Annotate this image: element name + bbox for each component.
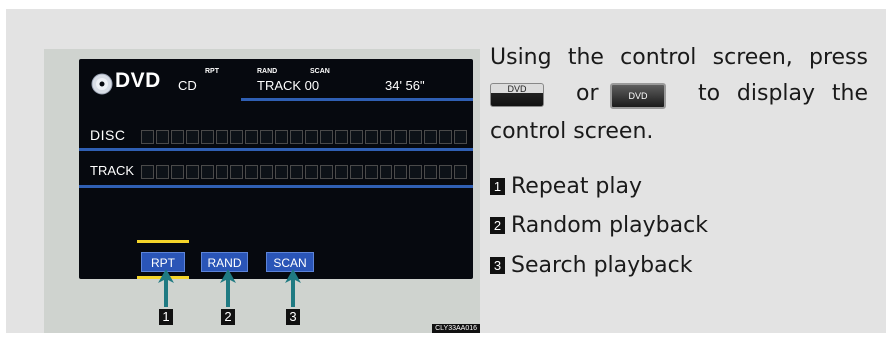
source-label: CD [178, 78, 197, 93]
active-highlight-top [137, 240, 189, 243]
item-label: Random playback [511, 213, 708, 238]
bar-segment [334, 130, 348, 144]
bar-segment [409, 165, 423, 179]
disc-icon [91, 73, 113, 95]
disc-label: DISC [90, 127, 126, 143]
bar-segment [334, 165, 348, 179]
or-word: or [576, 81, 599, 106]
bar-segment [170, 165, 184, 179]
bar-segment [290, 130, 303, 144]
scan-indicator: SCAN [310, 68, 330, 75]
bar-segment [141, 165, 154, 179]
bar-segment [439, 165, 453, 179]
bar-segment [379, 165, 393, 179]
bar-segment [185, 165, 199, 179]
item-number: 3 [490, 257, 505, 274]
random-indicator: RAND [257, 68, 278, 75]
bar-segment [349, 130, 363, 144]
bar-segment [349, 165, 363, 179]
bar-segment [155, 165, 169, 179]
item-number: 1 [490, 178, 505, 195]
bar-segment [245, 165, 259, 179]
bar-segment [439, 130, 453, 144]
bar-segment [454, 165, 467, 179]
bar-segment [170, 130, 184, 144]
bar-segment [230, 165, 244, 179]
dvd-hard-button-icon: DVD [490, 83, 544, 107]
bar-segment [454, 130, 467, 144]
bar-segment [141, 130, 154, 144]
bar-segment [409, 130, 423, 144]
item-label: Search playback [511, 253, 693, 278]
divider-line [79, 148, 473, 151]
bar-segment [379, 130, 393, 144]
bar-segment [155, 130, 169, 144]
figure-code: CLY33AA016 [432, 324, 480, 333]
callout-arrow-icon [158, 269, 174, 307]
bar-segment [364, 165, 378, 179]
description-line: control screen. [490, 119, 654, 144]
dvd-control-screen: DVD RPT RAND SCAN CD TRACK 00 34' 56" DI… [79, 59, 473, 325]
divider-line [79, 185, 473, 188]
bar-segment [185, 130, 199, 144]
track-number: TRACK 00 [257, 78, 320, 93]
bar-segment [200, 130, 214, 144]
dvd-screen-figure: DVD RPT RAND SCAN CD TRACK 00 34' 56" DI… [44, 49, 480, 333]
bar-segment [394, 165, 408, 179]
dvd-screen-button-icon: DVD [610, 83, 666, 109]
bar-segment [304, 165, 318, 179]
bar-segment [394, 130, 408, 144]
bar-segment [275, 130, 289, 144]
item-number: 2 [490, 217, 505, 234]
bar-segment [230, 130, 244, 144]
bar-segment [304, 130, 318, 144]
bar-segment [200, 165, 214, 179]
callout-number: 1 [159, 309, 173, 325]
callout-arrow-icon [220, 269, 236, 307]
list-item: 2 Random playback [490, 213, 708, 238]
bar-segment [424, 165, 438, 179]
bar-segment [245, 130, 259, 144]
bar-segment [260, 165, 274, 179]
callout-number: 2 [221, 309, 235, 325]
bar-segment [215, 130, 229, 144]
callout-number: 3 [286, 309, 300, 325]
bar-segment [260, 130, 274, 144]
disc-selector-bar[interactable] [141, 130, 467, 144]
dvd-logo-text: DVD [115, 69, 161, 92]
item-label: Repeat play [511, 174, 643, 199]
description-line: Using the control screen, press [490, 45, 868, 70]
to-display-text: to display the [698, 81, 868, 106]
track-selector-bar[interactable] [141, 165, 467, 179]
list-item: 1 Repeat play [490, 174, 642, 199]
elapsed-time: 34' 56" [385, 78, 425, 93]
divider-line [241, 98, 473, 101]
list-item: 3 Search playback [490, 253, 692, 278]
repeat-indicator: RPT [205, 68, 219, 75]
callout-arrow-icon [285, 269, 301, 307]
description-line: DVD or DVD to display the [490, 81, 868, 111]
bar-segment [215, 165, 229, 179]
content-panel: DVD RPT RAND SCAN CD TRACK 00 34' 56" DI… [6, 9, 886, 333]
bar-segment [319, 165, 333, 179]
bar-segment [290, 165, 303, 179]
bar-segment [364, 130, 378, 144]
track-label: TRACK [90, 163, 135, 178]
bar-segment [319, 130, 333, 144]
bar-segment [275, 165, 289, 179]
bar-segment [424, 130, 438, 144]
